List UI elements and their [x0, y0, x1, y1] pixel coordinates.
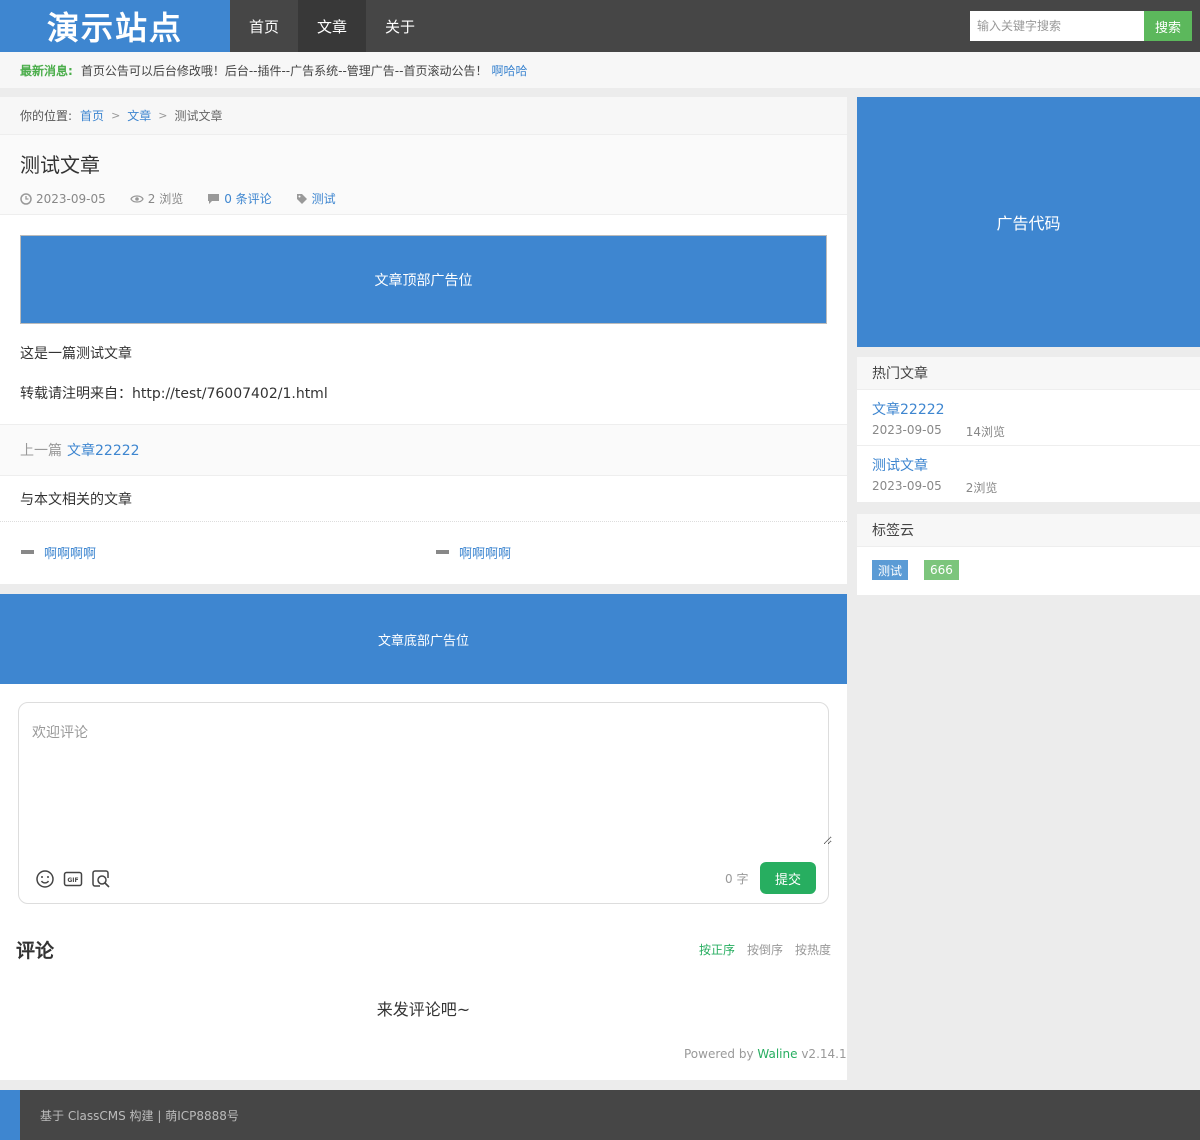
emoji-icon[interactable] [35, 869, 55, 889]
sort-hot-tab[interactable]: 按热度 [795, 941, 831, 958]
related-title: 与本文相关的文章 [0, 476, 847, 522]
article-bottom-ad[interactable]: 文章底部广告位 [0, 594, 847, 684]
preview-icon[interactable] [91, 869, 111, 889]
tag-item[interactable]: 测试 [872, 560, 909, 580]
notice-bar: 最新消息: 首页公告可以后台修改哦！后台--插件--广告系统--管理广告--首页… [0, 52, 1200, 88]
meta-tag: 测试 [296, 190, 336, 207]
hot-articles-title: 热门文章 [857, 357, 1200, 390]
waline-version: v2.14.1 [801, 1047, 847, 1061]
notice-link[interactable]: 啊哈哈 [491, 62, 527, 79]
meta-views: 2 浏览 [130, 190, 183, 207]
notice-label: 最新消息: [20, 63, 73, 78]
word-count: 0 字 [725, 872, 749, 886]
nav-item-home[interactable]: 首页 [230, 0, 298, 52]
tag-icon [296, 193, 307, 204]
sort-desc-tab[interactable]: 按倒序 [747, 941, 783, 958]
tag-item[interactable]: 666 [924, 560, 959, 580]
editor-toolbar: GIF [35, 869, 119, 889]
clock-icon [20, 192, 32, 205]
chevron-right-icon: > [111, 109, 121, 122]
tag-cloud-title: 标签云 [857, 514, 1200, 547]
article-views: 2 浏览 [147, 192, 184, 206]
search-button[interactable]: 搜索 [1144, 11, 1192, 41]
hot-article-views: 2浏览 [965, 481, 998, 495]
dash-icon [436, 550, 449, 554]
search-bar: 搜索 [970, 11, 1192, 41]
breadcrumb-home[interactable]: 首页 [80, 107, 104, 124]
hot-article-date: 2023-09-05 [872, 423, 942, 437]
hot-article-date: 2023-09-05 [872, 479, 942, 493]
hot-articles-widget: 热门文章 文章22222 2023-09-05 14浏览 测试文章 2023-0… [857, 357, 1200, 502]
site-logo[interactable]: 演示站点 [0, 0, 230, 52]
powered-by: Powered by Waline v2.14.1 [684, 1047, 847, 1061]
svg-text:GIF: GIF [67, 877, 78, 884]
article-tag-link[interactable]: 测试 [312, 190, 336, 207]
top-header: 演示站点 首页 文章 关于 搜索 [0, 0, 1200, 52]
eye-icon [130, 194, 144, 203]
comment-section: GIF 0 字 提交 评论 按正序 按倒序 按热度 来发评论吧~ Powered… [0, 684, 847, 1080]
breadcrumb-current: 测试文章 [174, 109, 223, 123]
hot-article-link[interactable]: 文章22222 [872, 399, 1185, 419]
list-item: 文章22222 2023-09-05 14浏览 [857, 390, 1200, 446]
footer-accent [0, 1090, 20, 1140]
comment-editor: GIF 0 字 提交 [18, 702, 832, 904]
site-footer: 基于 ClassCMS 构建 | 萌ICP8888号 [0, 1090, 1200, 1140]
article-date: 2023-09-05 [36, 191, 106, 206]
article-panel: 你的位置: 首页 > 文章 > 测试文章 测试文章 2023-09-05 2 浏… [0, 97, 847, 584]
article-header: 测试文章 2023-09-05 2 浏览 0 条评论 测试 [0, 135, 847, 215]
article-body: 这是一篇测试文章 转载请注明来自：http://test/76007402/1.… [0, 324, 847, 404]
related-article-link[interactable]: 啊啊啊啊 [459, 543, 511, 562]
powered-prefix: Powered by [684, 1047, 754, 1061]
meta-date: 2023-09-05 [20, 192, 106, 206]
empty-comments: 来发评论吧~ [376, 1000, 471, 1019]
article-paragraph: 这是一篇测试文章 [20, 346, 132, 362]
sort-tabs: 按正序 按倒序 按热度 [699, 941, 831, 958]
tag-cloud-widget: 标签云 测试 666 [857, 514, 1200, 595]
list-item: 啊啊啊啊 [415, 543, 830, 562]
gif-icon[interactable]: GIF [63, 869, 83, 889]
chevron-right-icon: > [158, 109, 168, 122]
sort-asc-tab[interactable]: 按正序 [699, 941, 735, 958]
hot-article-meta: 2023-09-05 2浏览 [872, 479, 1185, 496]
list-item: 啊啊啊啊 [0, 543, 415, 562]
article-title: 测试文章 [20, 153, 100, 177]
breadcrumb-prefix: 你的位置: [20, 109, 73, 123]
prev-label: 上一篇 [20, 443, 62, 459]
main-nav: 首页 文章 关于 [230, 0, 434, 52]
hot-article-views: 14浏览 [965, 425, 1006, 439]
comment-icon [208, 193, 220, 204]
related-article-link[interactable]: 啊啊啊啊 [44, 543, 96, 562]
sidebar-ad[interactable]: 广告代码 [857, 97, 1200, 347]
search-input[interactable] [970, 11, 1144, 41]
article-meta: 2023-09-05 2 浏览 0 条评论 测试 [20, 190, 827, 207]
dash-icon [21, 550, 34, 554]
hot-article-link[interactable]: 测试文章 [872, 455, 1185, 475]
comment-title: 评论 [16, 940, 55, 962]
article-comments-link[interactable]: 0 条评论 [224, 190, 271, 207]
tag-list: 测试 666 [857, 547, 1200, 595]
prev-article: 上一篇 文章22222 [0, 424, 847, 476]
related-list: 啊啊啊啊 啊啊啊啊 [0, 522, 847, 582]
notice-text: 首页公告可以后台修改哦！后台--插件--广告系统--管理广告--首页滚动公告！ [80, 63, 488, 78]
meta-comments: 0 条评论 [207, 190, 272, 207]
submit-button[interactable]: 提交 [760, 862, 816, 894]
comment-textarea[interactable] [19, 703, 832, 845]
list-item: 测试文章 2023-09-05 2浏览 [857, 446, 1200, 502]
footer-text: 基于 ClassCMS 构建 | 萌ICP8888号 [40, 1108, 239, 1123]
article-paragraph: 转载请注明来自：http://test/76007402/1.html [20, 386, 328, 402]
prev-article-link[interactable]: 文章22222 [67, 440, 140, 460]
breadcrumb: 你的位置: 首页 > 文章 > 测试文章 [0, 97, 847, 135]
nav-item-about[interactable]: 关于 [366, 0, 434, 52]
article-top-ad[interactable]: 文章顶部广告位 [20, 235, 827, 324]
waline-link[interactable]: Waline [757, 1047, 797, 1061]
hot-article-meta: 2023-09-05 14浏览 [872, 423, 1185, 440]
breadcrumb-articles[interactable]: 文章 [127, 107, 151, 124]
nav-item-articles[interactable]: 文章 [298, 0, 366, 52]
